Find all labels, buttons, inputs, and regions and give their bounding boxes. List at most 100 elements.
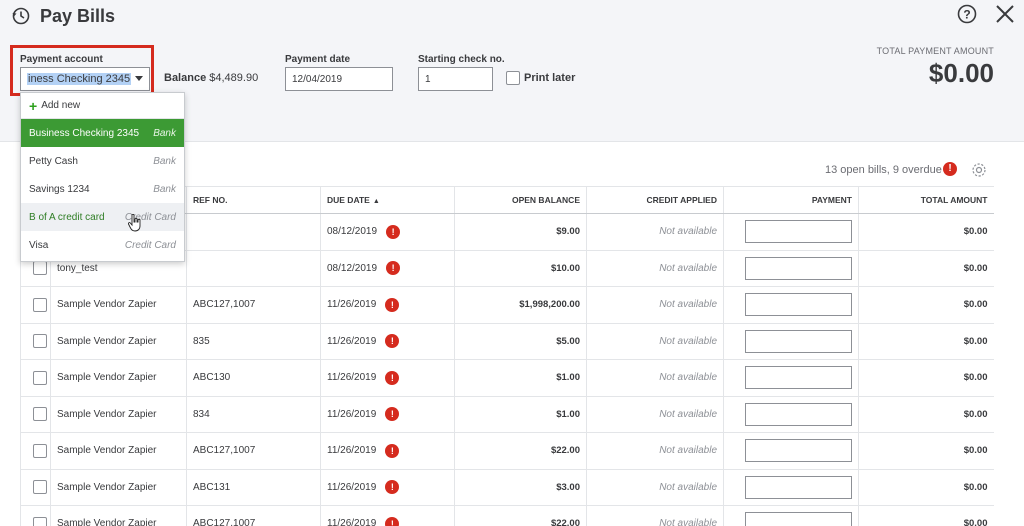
payment-cell xyxy=(723,286,859,324)
payment-input[interactable] xyxy=(745,329,852,353)
col-due-date[interactable]: DUE DATE ▲ xyxy=(320,186,455,214)
table-row: Sample Vendor Zapier ABC131 11/26/2019! $3.… xyxy=(20,469,994,506)
payment-input[interactable] xyxy=(745,402,852,426)
due-date: 11/26/2019 xyxy=(327,481,377,493)
total-amount-cell: $0.00 xyxy=(858,213,994,251)
overdue-icon: ! xyxy=(385,407,400,422)
total-amount-cell: $0.00 xyxy=(858,396,994,433)
row-checkbox[interactable] xyxy=(33,370,47,385)
ref-cell: ABC127,1007 xyxy=(186,505,321,526)
payment-cell xyxy=(723,213,859,251)
dropdown-option[interactable]: Savings 1234 Bank xyxy=(21,175,184,203)
row-checkbox[interactable] xyxy=(33,443,47,458)
open-balance-cell: $1.00 xyxy=(454,359,587,397)
option-name: Savings 1234 xyxy=(29,183,90,195)
due-date-cell: 11/26/2019! xyxy=(320,286,455,324)
payment-input[interactable] xyxy=(745,366,852,390)
settings-icon[interactable] xyxy=(971,162,987,178)
due-date-cell: 11/26/2019! xyxy=(320,432,455,470)
print-later-checkbox[interactable] xyxy=(506,71,520,85)
balance-value: $4,489.90 xyxy=(209,72,259,84)
print-later-label: Print later xyxy=(524,72,576,84)
payment-cell xyxy=(723,250,859,287)
dropdown-option[interactable]: Petty Cash Bank xyxy=(21,147,184,175)
payment-cell xyxy=(723,359,859,397)
payment-date-field[interactable]: 12/04/2019 xyxy=(285,67,393,91)
help-icon[interactable]: ? xyxy=(957,4,977,24)
row-checkbox[interactable] xyxy=(33,261,47,276)
due-date: 11/26/2019 xyxy=(327,408,377,420)
plus-icon: + xyxy=(29,97,38,114)
ref-cell: 834 xyxy=(186,396,321,433)
total-amount-cell: $0.00 xyxy=(858,286,994,324)
row-select-cell xyxy=(20,396,51,433)
payment-account-label: Payment account xyxy=(20,54,103,65)
svg-text:?: ? xyxy=(963,7,970,21)
row-checkbox[interactable] xyxy=(33,297,47,312)
col-total-amount[interactable]: TOTAL AMOUNT xyxy=(858,186,994,214)
close-icon[interactable] xyxy=(994,3,1016,25)
overdue-icon: ! xyxy=(385,297,400,312)
credit-applied-cell: Not available xyxy=(586,286,724,324)
chevron-down-icon[interactable] xyxy=(135,76,143,81)
dropdown-option[interactable]: Business Checking 2345 Bank xyxy=(21,119,184,147)
open-bills-summary: 13 open bills, 9 overdue xyxy=(825,164,942,176)
credit-applied-cell: Not available xyxy=(586,250,724,287)
ref-cell: ABC130 xyxy=(186,359,321,397)
open-balance-cell: $5.00 xyxy=(454,323,587,360)
payment-account-select[interactable]: iness Checking 2345 xyxy=(20,67,150,91)
dropdown-option[interactable]: B of A credit card Credit Card xyxy=(21,203,184,231)
option-name: B of A credit card xyxy=(29,211,105,223)
row-checkbox[interactable] xyxy=(33,334,47,349)
due-date-cell: 11/26/2019! xyxy=(320,505,455,526)
row-select-cell xyxy=(20,323,51,360)
col-credit-applied[interactable]: CREDIT APPLIED xyxy=(586,186,724,214)
overdue-icon: ! xyxy=(386,224,401,239)
payment-cell xyxy=(723,432,859,470)
title-row: Pay Bills xyxy=(10,2,115,30)
total-payment-amount: $0.00 xyxy=(928,58,994,88)
table-row: Sample Vendor Zapier ABC130 11/26/2019! $1.… xyxy=(20,359,994,397)
option-type: Bank xyxy=(153,127,176,139)
table-row: Sample Vendor Zapier 834 11/26/2019! $1.00 N… xyxy=(20,396,994,433)
row-select-cell xyxy=(20,469,51,506)
payment-input[interactable] xyxy=(745,220,852,244)
col-due-date-label: DUE DATE xyxy=(327,195,370,205)
balance-label: Balance xyxy=(164,72,207,84)
row-select-cell xyxy=(20,359,51,397)
payment-input[interactable] xyxy=(745,475,852,499)
option-type: Bank xyxy=(153,183,176,195)
due-date: 11/26/2019 xyxy=(327,299,377,311)
due-date: 08/12/2019 xyxy=(327,262,378,274)
credit-applied-cell: Not available xyxy=(586,469,724,506)
due-date: 11/26/2019 xyxy=(327,335,377,347)
payment-input[interactable] xyxy=(745,256,852,280)
payment-input[interactable] xyxy=(745,439,852,463)
payee-cell: Sample Vendor Zapier xyxy=(50,505,187,526)
payment-date-label: Payment date xyxy=(285,54,351,65)
sort-asc-icon: ▲ xyxy=(372,198,380,205)
starting-check-field[interactable]: 1 xyxy=(418,67,493,91)
row-checkbox[interactable] xyxy=(33,407,47,422)
col-open-balance[interactable]: OPEN BALANCE xyxy=(454,186,587,214)
option-type: Bank xyxy=(153,155,176,167)
starting-check-label: Starting check no. xyxy=(418,54,505,65)
payment-cell xyxy=(723,323,859,360)
ref-cell xyxy=(186,213,321,251)
history-icon[interactable] xyxy=(10,5,32,27)
add-new-option[interactable]: + Add new xyxy=(21,93,184,119)
payment-input[interactable] xyxy=(745,293,852,317)
credit-applied-cell: Not available xyxy=(586,432,724,470)
row-checkbox[interactable] xyxy=(33,516,47,526)
payment-cell xyxy=(723,396,859,433)
payment-cell xyxy=(723,505,859,526)
overdue-icon: ! xyxy=(385,516,400,526)
open-balance-cell: $3.00 xyxy=(454,469,587,506)
overdue-icon: ! xyxy=(385,334,400,349)
dropdown-option[interactable]: Visa Credit Card xyxy=(21,231,184,259)
ref-cell: ABC127,1007 xyxy=(186,286,321,324)
row-checkbox[interactable] xyxy=(33,480,47,495)
col-ref-no[interactable]: REF NO. xyxy=(186,186,321,214)
payment-input[interactable] xyxy=(745,512,852,526)
col-payment[interactable]: PAYMENT xyxy=(723,186,859,214)
